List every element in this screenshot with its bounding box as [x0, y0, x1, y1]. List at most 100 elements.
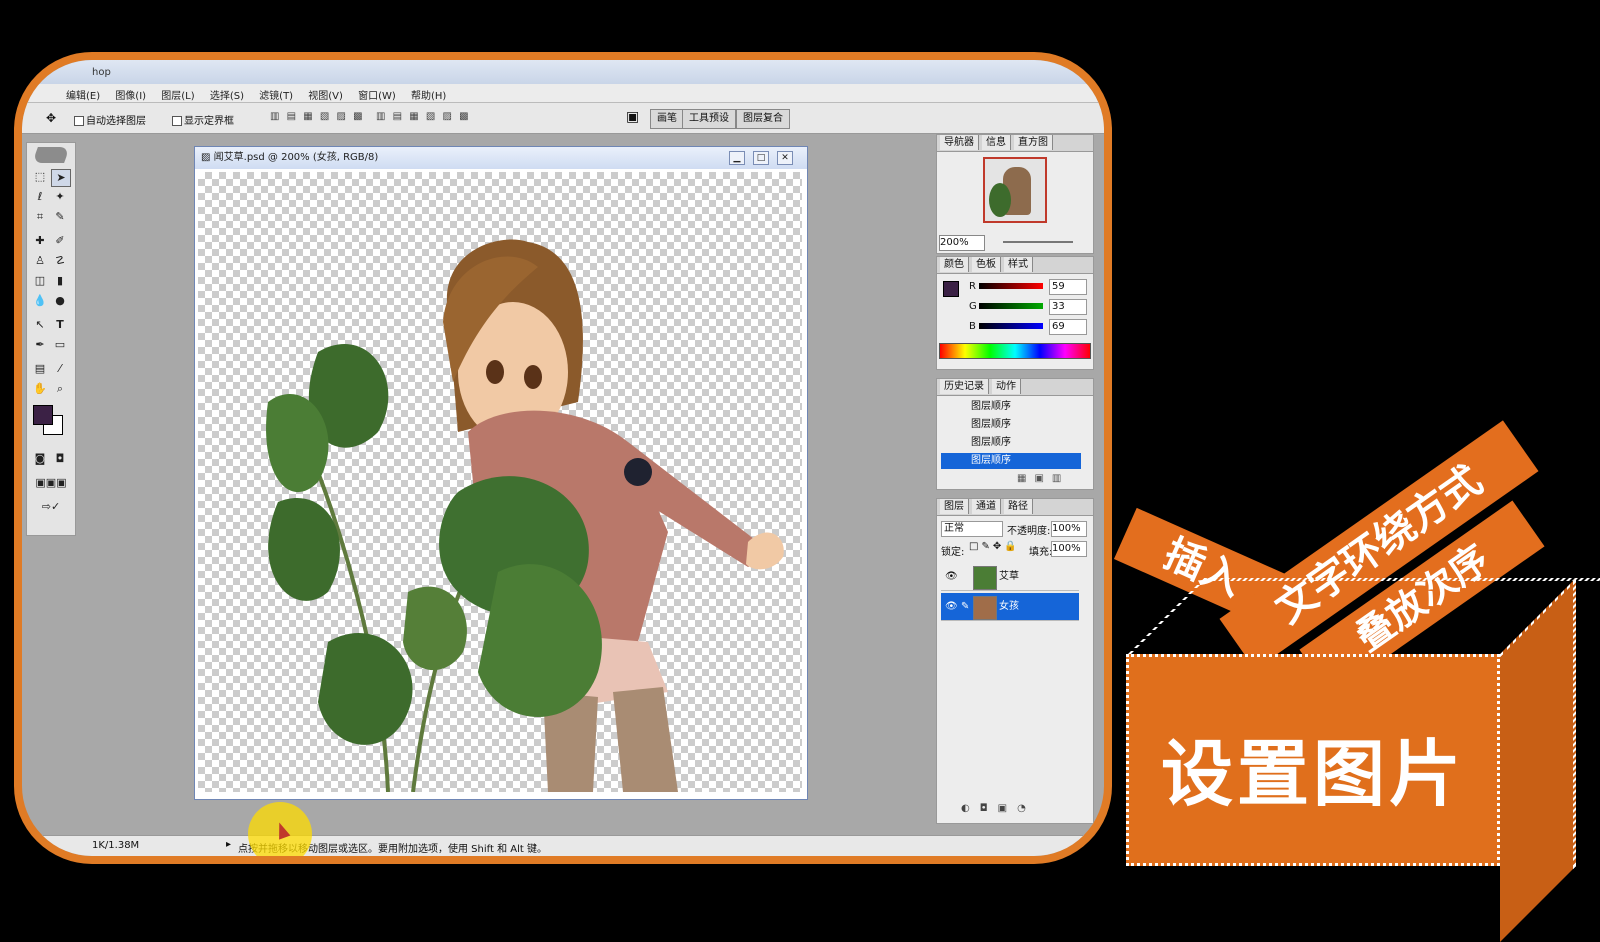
move-tool-icon[interactable]: ➤ [51, 169, 71, 187]
menu-filter[interactable]: 滤镜(T) [259, 87, 293, 102]
imageready-icon[interactable]: ⇨✓ [31, 499, 71, 515]
document-window: ▨ 闻艾草.psd @ 200% (女孩, RGB/8) ▁ □ ✕ [194, 146, 808, 800]
well-tab-brushes[interactable]: 画笔 [650, 109, 684, 129]
doc-size: 1K/1.38M [92, 840, 140, 851]
fill-input[interactable]: 100% [1051, 541, 1087, 557]
channel-r-slider[interactable] [979, 283, 1043, 289]
title-bar: hop [22, 60, 1104, 84]
brush-link-icon: ✎ [961, 601, 970, 612]
gradient-tool-icon[interactable]: ▮ [51, 273, 69, 289]
navigator-zoom-slider[interactable] [1003, 241, 1073, 243]
path-select-icon[interactable]: ↖ [31, 317, 49, 333]
menu-view[interactable]: 视图(V) [308, 87, 343, 102]
zoom-tool-icon[interactable]: ⌕ [51, 381, 69, 397]
menu-help[interactable]: 帮助(H) [411, 87, 446, 102]
tab-channels[interactable]: 通道 [972, 499, 1001, 514]
well-tab-tool-presets[interactable]: 工具预设 [682, 109, 736, 129]
layers-footer-icons[interactable]: ◐◘▣◔ [961, 803, 1036, 814]
fg-color-chip[interactable] [943, 281, 959, 297]
opacity-input[interactable]: 100% [1051, 521, 1087, 537]
show-bounds-checkbox[interactable]: 显示定界框 [172, 112, 234, 127]
navigator-thumbnail[interactable] [983, 157, 1047, 223]
options-bar: ✥ 自动选择图层 显示定界框 ▥ ▤ ▦ ▧ ▨ ▩ ▥ ▤ ▦ ▧ ▨ ▩ ▣… [22, 103, 1104, 134]
notes-tool-icon[interactable]: ▤ [31, 361, 49, 377]
tab-color[interactable]: 颜色 [940, 257, 969, 272]
lock-icons[interactable]: □✎✥🔒 [969, 541, 1020, 552]
menu-select[interactable]: 选择(S) [210, 87, 244, 102]
stamp-tool-icon[interactable]: ♙ [31, 253, 49, 269]
history-brush-icon[interactable]: ☡ [51, 253, 69, 269]
eraser-tool-icon[interactable]: ◫ [31, 273, 49, 289]
lasso-tool-icon[interactable]: ℓ [31, 189, 49, 205]
eye-icon[interactable]: 👁 [945, 593, 958, 621]
tab-info[interactable]: 信息 [982, 135, 1011, 150]
tab-styles[interactable]: 样式 [1004, 257, 1033, 272]
tab-layers[interactable]: 图层 [940, 499, 969, 514]
channel-g-slider[interactable] [979, 303, 1043, 309]
standard-mode-icon[interactable]: ◘ [51, 451, 69, 467]
type-tool-icon[interactable]: T [51, 317, 69, 333]
channel-b-value[interactable]: 69 [1049, 319, 1087, 335]
color-ramp[interactable] [939, 343, 1091, 359]
palette-well-icon[interactable]: ▣ [626, 109, 639, 125]
magic-wand-icon[interactable]: ✦ [51, 189, 69, 205]
align-buttons[interactable]: ▥ ▤ ▦ ▧ ▨ ▩ [270, 111, 365, 122]
healing-brush-icon[interactable]: ✚ [31, 233, 49, 249]
shape-tool-icon[interactable]: ▭ [51, 337, 69, 353]
crop-tool-icon[interactable]: ⌗ [31, 209, 49, 225]
history-item[interactable]: 图层顺序 [941, 399, 1081, 415]
marquee-tool-icon[interactable]: ⬚ [31, 169, 49, 185]
move-tool-icon[interactable]: ✥ [46, 111, 56, 125]
image-canvas[interactable] [198, 172, 802, 792]
fill-label: 填充: [1029, 547, 1053, 558]
slice-tool-icon[interactable]: ✎ [51, 209, 69, 225]
channel-r-value[interactable]: 59 [1049, 279, 1087, 295]
toolbox: ⬚ ➤ ℓ ✦ ⌗ ✎ ✚ ✐ ♙ ☡ ◫ ▮ 💧 ● ↖ T ✒ ▭ ▤ ⁄ … [26, 142, 76, 536]
status-arrow-icon[interactable]: ▸ [226, 839, 231, 850]
tab-actions[interactable]: 动作 [992, 379, 1021, 394]
auto-select-checkbox[interactable]: 自动选择图层 [74, 112, 146, 127]
history-item-current[interactable]: 图层顺序 [941, 453, 1081, 469]
channel-b-slider[interactable] [979, 323, 1043, 329]
quick-mask-icon[interactable]: ◙ [31, 451, 49, 467]
checkbox-box [74, 116, 84, 126]
hand-tool-icon[interactable]: ✋ [31, 381, 49, 397]
menu-image[interactable]: 图像(I) [115, 87, 146, 102]
well-tab-layer-comps[interactable]: 图层复合 [736, 109, 790, 129]
artwork-illustration [266, 239, 784, 792]
checkbox-box [172, 116, 182, 126]
maximize-icon[interactable]: □ [753, 151, 769, 165]
eyedropper-icon[interactable]: ⁄ [51, 361, 69, 377]
menu-edit[interactable]: 编辑(E) [66, 87, 100, 102]
navigator-zoom[interactable]: 200% [939, 235, 985, 251]
tab-paths[interactable]: 路径 [1004, 499, 1033, 514]
history-tabs: 历史记录 动作 [937, 379, 1093, 396]
distribute-buttons[interactable]: ▥ ▤ ▦ ▧ ▨ ▩ [376, 111, 471, 122]
tab-histogram[interactable]: 直方图 [1014, 135, 1053, 150]
layer-name: 女孩 [999, 601, 1019, 612]
history-footer-icons[interactable]: ▦▣▥ [1017, 473, 1069, 484]
pen-tool-icon[interactable]: ✒ [31, 337, 49, 353]
layer-row[interactable]: 👁 艾草 [941, 563, 1079, 591]
tab-history[interactable]: 历史记录 [940, 379, 989, 394]
blend-mode-select[interactable]: 正常 [941, 521, 1003, 537]
eye-icon[interactable]: 👁 [945, 563, 958, 591]
layer-row-selected[interactable]: 👁 ✎ 女孩 [941, 593, 1079, 621]
channel-g-value[interactable]: 33 [1049, 299, 1087, 315]
show-bounds-label: 显示定界框 [184, 116, 234, 127]
status-bar: 1K/1.38M ▸ 点按并拖移以移动图层或选区。要用附加选项，使用 Shift… [22, 835, 1104, 856]
menu-layer[interactable]: 图层(L) [161, 87, 194, 102]
brush-tool-icon[interactable]: ✐ [51, 233, 69, 249]
tab-navigator[interactable]: 导航器 [940, 135, 979, 150]
tab-swatches[interactable]: 色板 [972, 257, 1001, 272]
minimize-icon[interactable]: ▁ [729, 151, 745, 165]
blur-tool-icon[interactable]: 💧 [31, 293, 49, 309]
layers-panel: 图层 通道 路径 正常 不透明度: 100% 锁定: □✎✥🔒 填充: 100% 👁… [936, 498, 1094, 824]
close-icon[interactable]: ✕ [777, 151, 793, 165]
foreground-color-swatch[interactable] [33, 405, 53, 425]
history-item[interactable]: 图层顺序 [941, 435, 1081, 451]
menu-window[interactable]: 窗口(W) [358, 87, 396, 102]
dodge-tool-icon[interactable]: ● [51, 293, 69, 309]
screen-mode-icon[interactable]: ▣▣▣ [31, 475, 71, 491]
history-item[interactable]: 图层顺序 [941, 417, 1081, 433]
